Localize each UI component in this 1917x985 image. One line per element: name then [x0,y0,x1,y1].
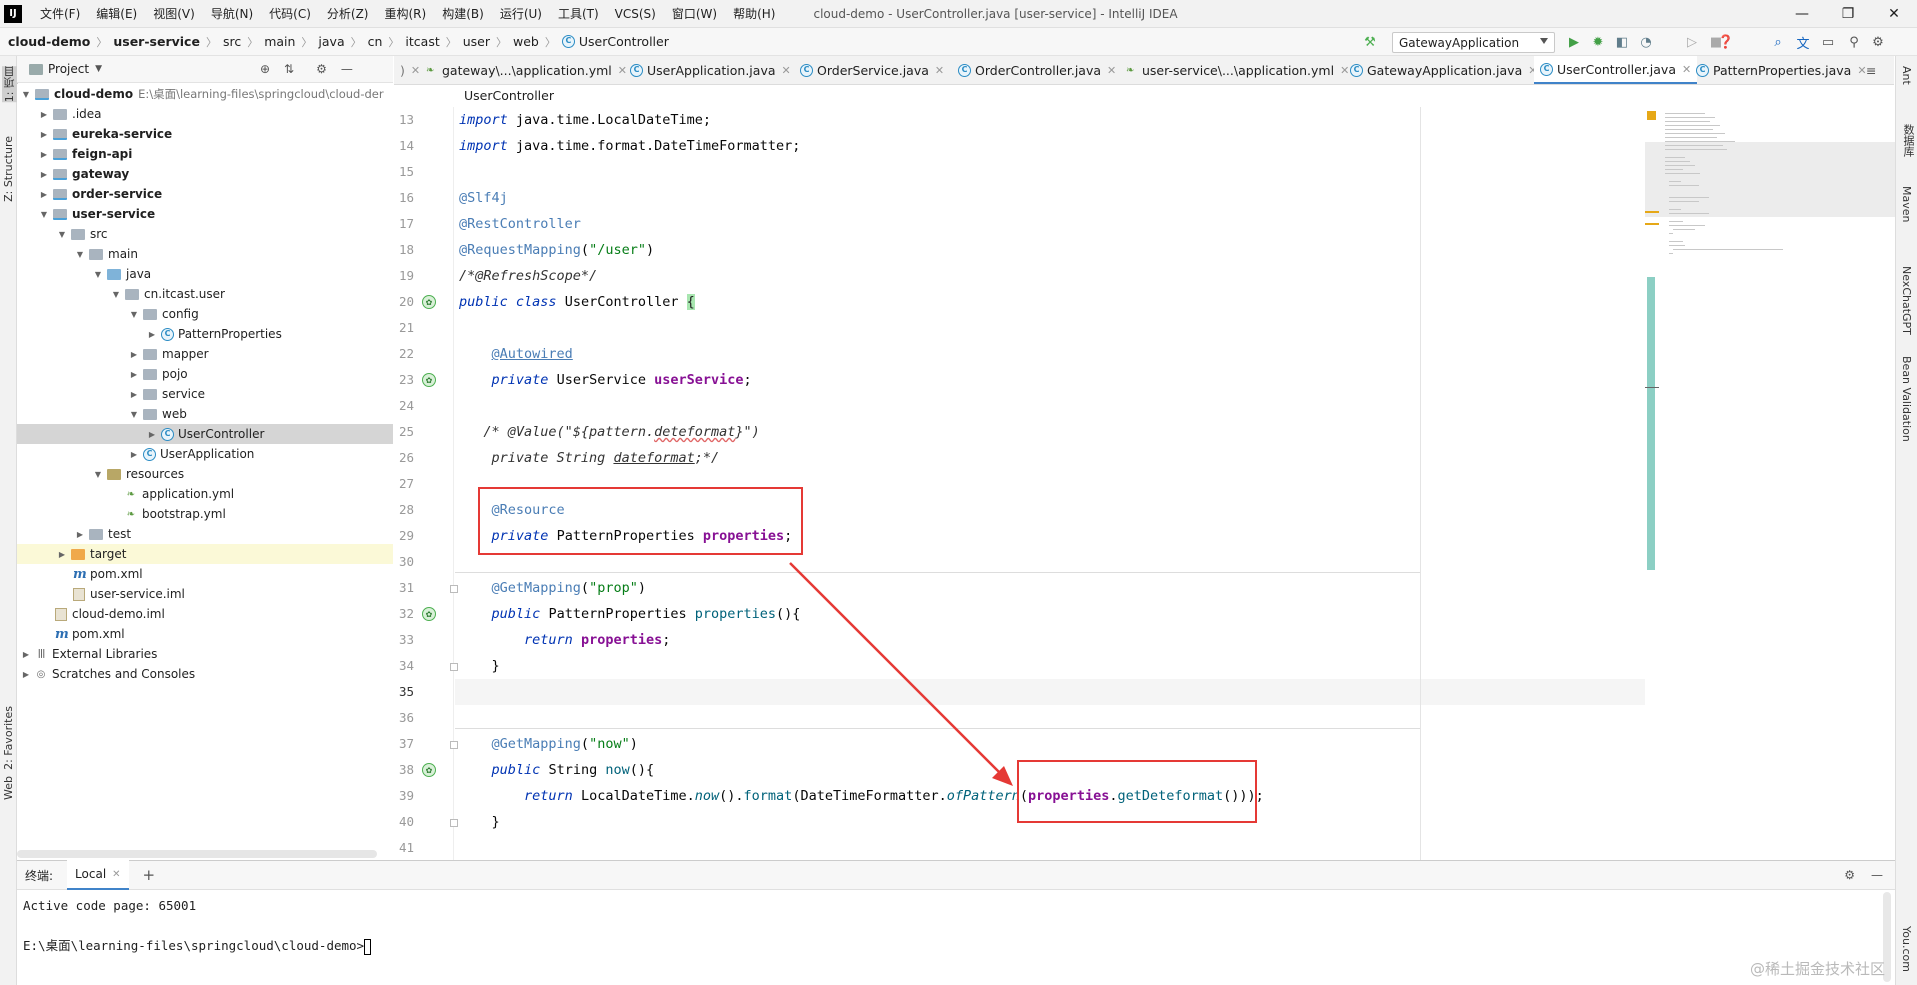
annotation-arrow [789,562,1013,786]
tool-database[interactable]: 数据库 [1900,124,1916,157]
warning-marker-icon[interactable] [1647,111,1656,120]
new-terminal-icon[interactable]: + [143,866,156,884]
right-tool-strip: Ant 数据库 Maven NexChatGPT Bean Validation… [1895,56,1917,985]
terminal-cursor [364,938,372,955]
terminal-output[interactable]: Active code page: 65001 E:\桌面\learning-f… [17,890,1895,985]
terminal-tab-local[interactable]: Local ✕ [67,860,129,890]
watermark: @稀土掘金技术社区 [1750,960,1886,978]
terminal-header: 终端: Local ✕ + ⚙ — [17,860,1895,890]
terminal-tab-label: Local [75,867,107,881]
arrow-line [789,562,1004,777]
terminal-line: Active code page: 65001 [23,898,197,913]
terminal-label: 终端: [25,868,54,883]
tool-nexchatgpt[interactable]: NexChatGPT [1900,266,1913,335]
warning-stripe [1645,223,1659,225]
minimap-viewport [1645,142,1895,217]
tool-bean-validation[interactable]: Bean Validation [1900,356,1913,442]
tool-maven[interactable]: Maven [1900,186,1913,222]
close-icon[interactable]: ✕ [112,869,120,880]
tool-you-com[interactable]: You.com [1900,926,1913,972]
code-minimap[interactable] [1645,107,1895,860]
tool-ant[interactable]: Ant [1900,66,1913,85]
warning-stripe [1645,211,1659,213]
change-marker-stripe [1647,277,1655,570]
terminal-prompt-line: E:\桌面\learning-files\springcloud\cloud-d… [23,936,1889,956]
hide-panel-icon[interactable]: — [1871,868,1883,882]
caret-marker [1645,387,1659,388]
terminal-prompt: E:\桌面\learning-files\springcloud\cloud-d… [23,938,365,953]
gear-icon[interactable]: ⚙ [1844,868,1855,882]
